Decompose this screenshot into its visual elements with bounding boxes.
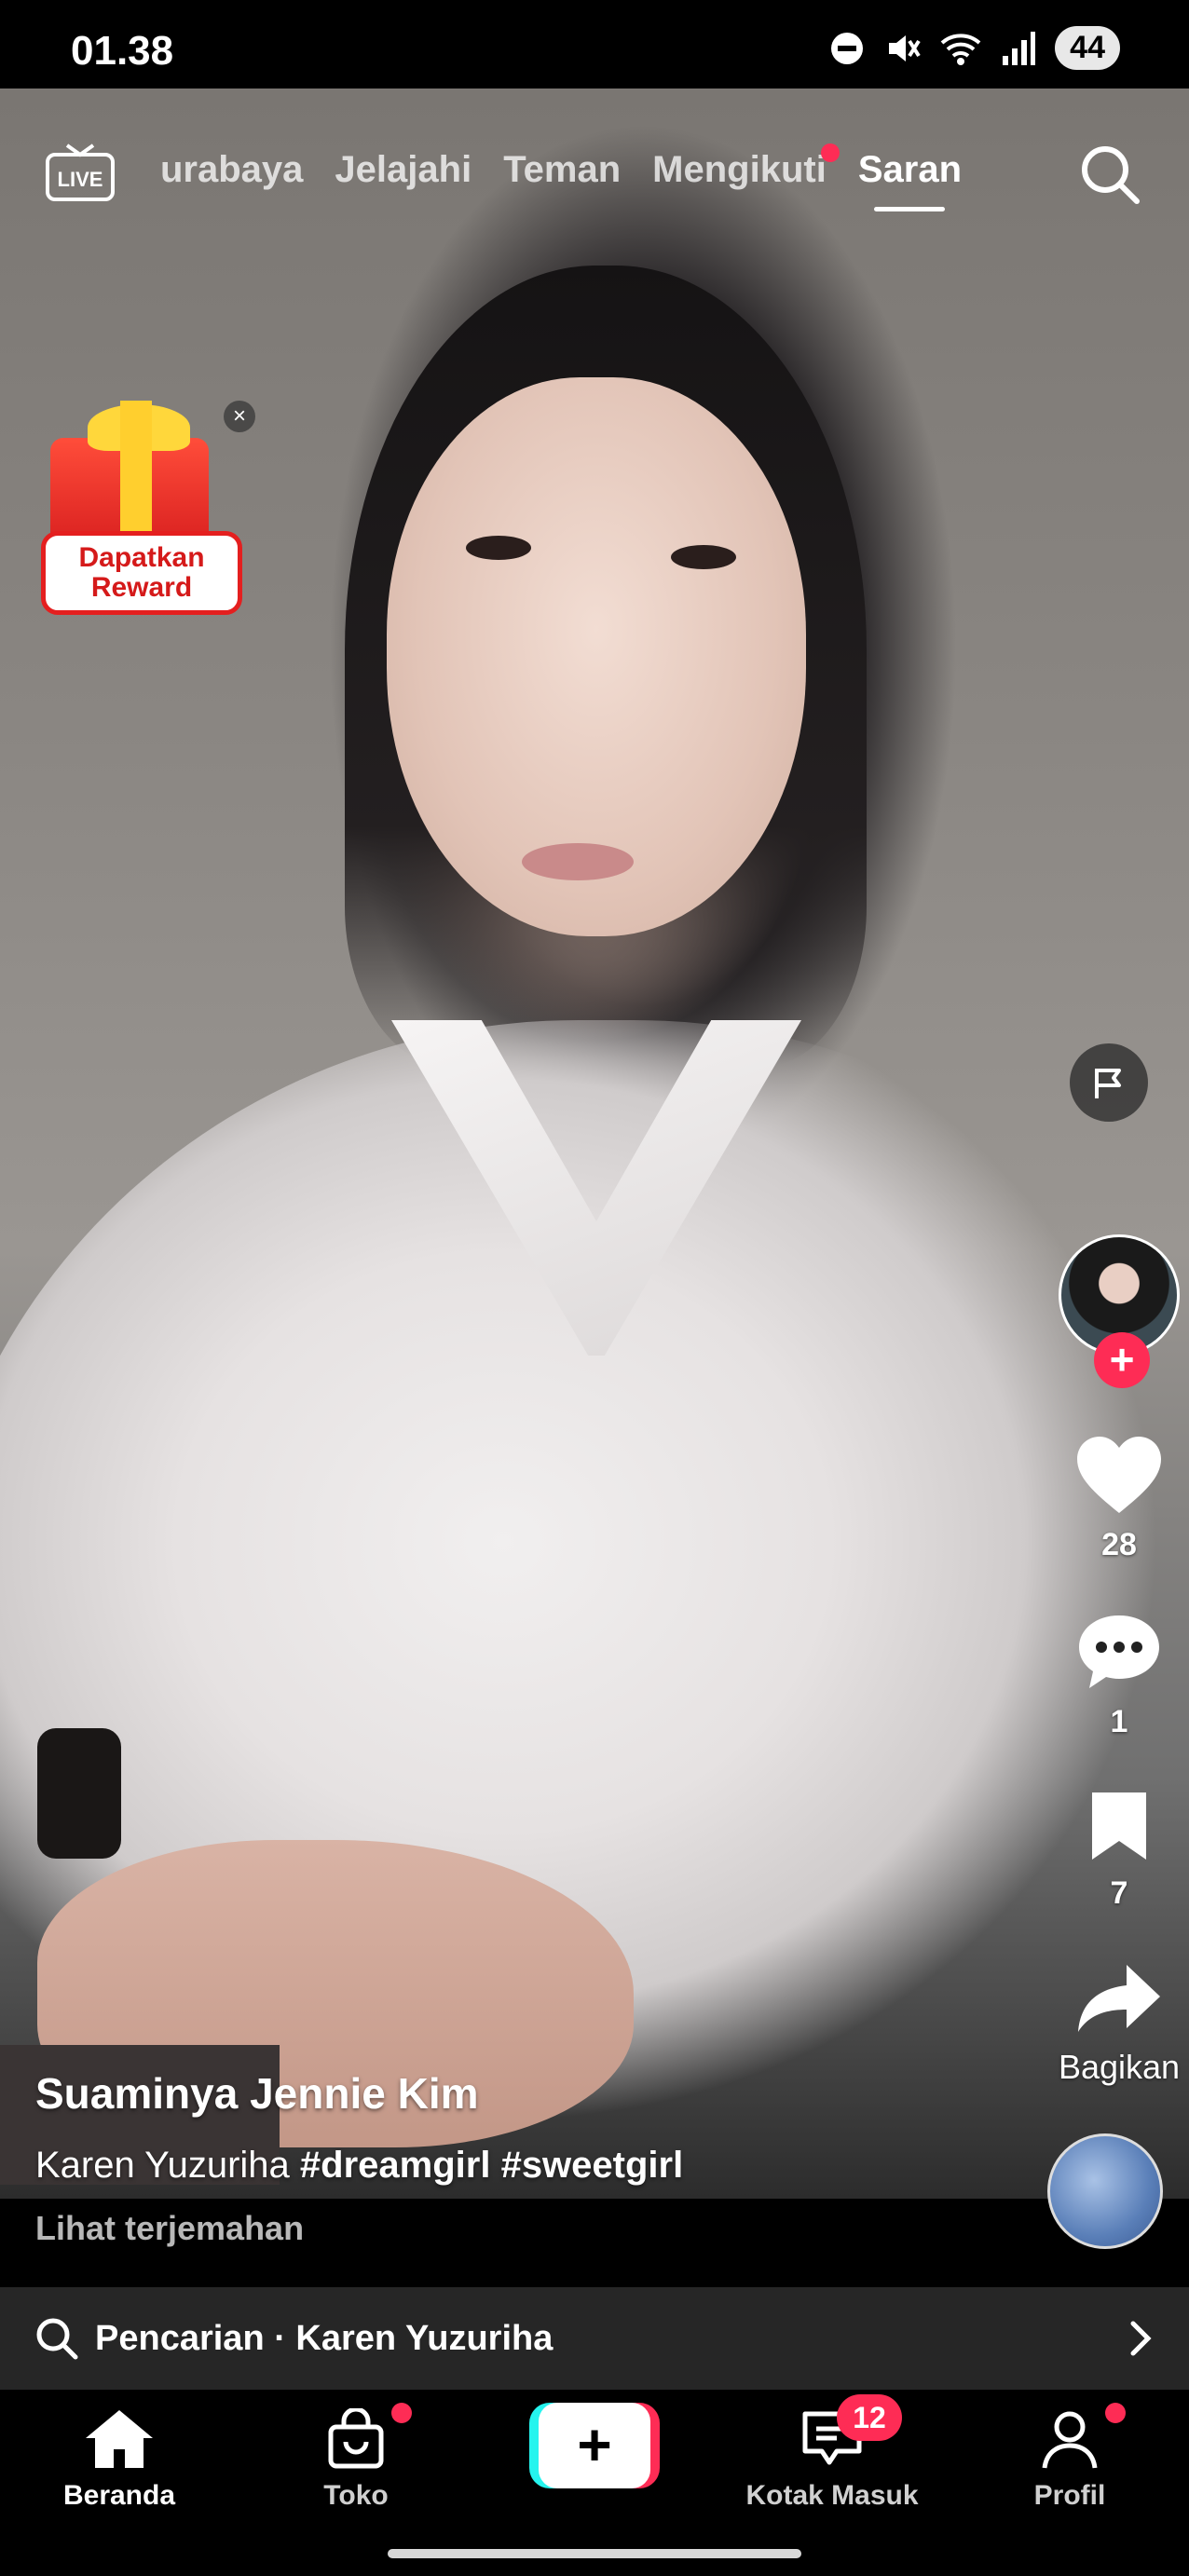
tab-teman[interactable]: Teman [503,149,621,191]
tab-mengikuti-label: Mengikuti [652,149,827,190]
flag-icon [1095,1069,1121,1098]
gift-ribbon-icon [120,401,152,550]
share-arrow-icon [1078,1965,1160,2032]
follow-button[interactable]: + [1094,1332,1150,1388]
search-icon[interactable] [1075,140,1144,209]
bottom-nav: Beranda Toko + Kotak Masuk Profil [0,2390,1189,2576]
caption-description: Karen Yuzuriha #dreamgirl #sweetgirl [35,2145,1023,2187]
nav-profile-label: Profil [1033,2480,1106,2511]
status-bar: 01.38 44 [0,0,1189,89]
nav-profile[interactable]: Profil [977,2408,1163,2512]
create-button[interactable]: + [529,2403,660,2488]
video-frame-eye [466,536,531,560]
status-time: 01.38 [71,28,174,74]
chevron-right-icon [1130,2321,1152,2356]
tab-saran[interactable]: Saran [858,149,962,191]
share-button[interactable]: Bagikan [1049,1961,1189,2087]
live-tv-icon[interactable]: LIVE [45,142,116,203]
comment-icon [1079,1615,1159,1688]
video-frame-lips [522,843,634,880]
reward-close-button[interactable]: × [224,401,255,432]
mute-icon [889,34,921,61]
feed-tabs: urabaya Jelajahi Teman Mengikuti Saran [160,143,962,191]
home-indicator[interactable] [388,2549,801,2558]
plus-icon: + [539,2403,650,2488]
video-caption: Suaminya Jennie Kim Karen Yuzuriha #drea… [35,2068,1023,2248]
bookmark-count: 7 [1110,1875,1128,1911]
inbox-badge: 12 [837,2394,902,2441]
caption-hashtags[interactable]: #dreamgirl #sweetgirl [300,2145,683,2186]
nav-inbox-label: Kotak Masuk [745,2480,919,2511]
bookmark-icon [1092,1792,1146,1860]
search-suggestion-bar[interactable]: Pencarian · Karen Yuzuriha [0,2287,1189,2390]
like-button[interactable]: 28 [1049,1435,1189,1563]
notification-dot [820,143,840,162]
video-frame-eye [671,545,736,569]
profile-person-icon [1042,2411,1098,2469]
heart-icon [1077,1437,1161,1513]
profile-notification-dot [1105,2403,1126,2423]
home-icon [86,2410,153,2468]
reward-label-line1: Dapatkan [78,542,205,573]
battery-indicator: 44 [1055,26,1120,70]
tab-mengikuti[interactable]: Mengikuti [652,143,840,191]
nav-shop[interactable]: Toko [263,2406,449,2512]
comment-count: 1 [1110,1704,1128,1739]
tab-surabaya[interactable]: urabaya [160,149,303,191]
nav-home-label: Beranda [62,2480,176,2511]
see-translation-link[interactable]: Lihat terjemahan [35,2209,1023,2248]
caption-text: Karen Yuzuriha [35,2145,290,2186]
nav-shop-label: Toko [323,2480,389,2511]
signal-icon [1003,31,1036,65]
wifi-icon [940,33,981,65]
nav-home[interactable]: Beranda [26,2408,212,2512]
creator-username[interactable]: Suaminya Jennie Kim [35,2068,1023,2119]
reward-label-line2: Reward [90,572,193,603]
report-button[interactable] [1070,1043,1148,1122]
status-icons: 44 [829,26,1120,70]
reward-widget[interactable]: Dapatkan Reward × [22,401,255,624]
comment-button[interactable]: 1 [1049,1612,1189,1740]
search-suggestion-text: Pencarian · Karen Yuzuriha [95,2318,554,2358]
shop-notification-dot [391,2403,412,2423]
shopping-bag-icon [328,2406,384,2469]
bookmark-button[interactable]: 7 [1049,1789,1189,1912]
reward-label: Dapatkan Reward [41,531,242,615]
video-frame-watch [37,1728,121,1859]
search-icon [36,2318,78,2360]
top-nav: LIVE urabaya Jelajahi Teman Mengikuti Sa… [0,130,1189,252]
share-label: Bagikan [1058,2048,1181,2086]
music-disc[interactable] [1047,2133,1163,2249]
do-not-disturb-icon [831,32,864,64]
like-count: 28 [1101,1527,1137,1562]
live-label: LIVE [58,168,103,191]
tab-jelajahi[interactable]: Jelajahi [335,149,472,191]
